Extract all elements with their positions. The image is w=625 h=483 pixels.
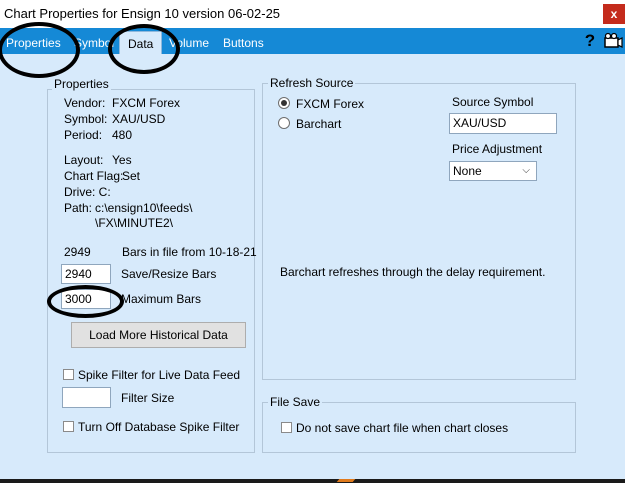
load-more-historical-data-button[interactable]: Load More Historical Data	[71, 322, 246, 348]
symbol-value: XAU/USD	[112, 112, 166, 126]
symbol-label: Symbol:	[64, 112, 108, 126]
maximum-bars-label: Maximum Bars	[121, 292, 202, 306]
do-not-save-label: Do not save chart file when chart closes	[296, 421, 509, 435]
price-adjustment-label: Price Adjustment	[452, 142, 543, 156]
barchart-note: Barchart refreshes through the delay req…	[280, 265, 546, 279]
period-value: 480	[112, 128, 133, 142]
do-not-save-checkbox[interactable]	[281, 422, 292, 433]
save-resize-bars-label: Save/Resize Bars	[121, 267, 217, 281]
annotation-circle-data-tab	[108, 24, 180, 74]
layout-value: Yes	[112, 153, 132, 167]
filter-size-input[interactable]	[62, 387, 111, 408]
source-symbol-input[interactable]: XAU/USD	[449, 113, 557, 134]
path-label: Path:	[64, 201, 93, 215]
bars-count: 2949	[64, 245, 91, 259]
path-line-1: c:\ensign10\feeds\	[95, 201, 193, 215]
bars-in-file-label: Bars in file from 10-18-21	[122, 245, 257, 259]
drive-label: Drive: C:	[64, 185, 111, 199]
file-save-title: File Save	[268, 395, 323, 409]
window-title: Chart Properties for Ensign 10 version 0…	[4, 6, 281, 21]
db-spike-filter-checkbox[interactable]	[63, 421, 74, 432]
fxcm-forex-label: FXCM Forex	[296, 97, 365, 111]
camera-icon[interactable]	[603, 32, 623, 50]
path-line-2: \FX\MINUTE2\	[95, 216, 174, 230]
db-spike-filter-label: Turn Off Database Spike Filter	[78, 420, 240, 434]
source-symbol-label: Source Symbol	[452, 95, 534, 109]
spike-filter-live-label: Spike Filter for Live Data Feed	[78, 368, 241, 382]
spike-filter-live-checkbox[interactable]	[63, 369, 74, 380]
close-button[interactable]: x	[603, 4, 625, 24]
barchart-label: Barchart	[296, 117, 342, 131]
filter-size-label: Filter Size	[121, 391, 175, 405]
properties-group-title: Properties	[52, 77, 111, 91]
taskbar-edge	[0, 479, 625, 483]
chevron-down-icon: ⌵	[522, 165, 530, 176]
annotation-circle-maximum-bars	[47, 285, 124, 318]
layout-label: Layout:	[64, 153, 104, 167]
chart-line-fragment	[336, 479, 356, 482]
barchart-radio[interactable]	[278, 117, 290, 129]
vendor-label: Vendor:	[64, 96, 106, 110]
chart-flag-label: Chart Flag:	[64, 169, 124, 183]
save-resize-bars-input[interactable]: 2940	[61, 264, 111, 284]
help-icon[interactable]: ?	[582, 31, 598, 51]
period-label: Period:	[64, 128, 103, 142]
price-adjustment-select[interactable]: None ⌵	[449, 161, 537, 181]
fxcm-forex-radio[interactable]	[278, 97, 290, 109]
price-adjustment-value: None	[453, 164, 482, 178]
chart-flag-value: Set	[122, 169, 141, 183]
vendor-value: FXCM Forex	[112, 96, 181, 110]
annotation-circle-properties-tab	[0, 22, 80, 78]
refresh-source-title: Refresh Source	[268, 76, 356, 90]
tab-buttons[interactable]: Buttons	[219, 33, 268, 54]
